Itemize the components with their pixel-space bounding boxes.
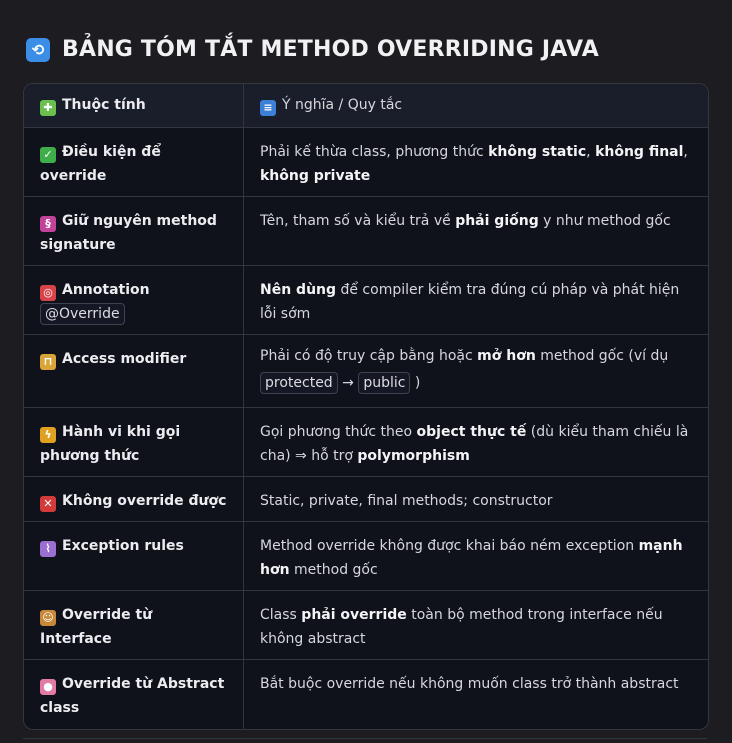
row-attribute: Không override được: [62, 493, 227, 509]
brain-icon: ●: [40, 679, 56, 695]
robot-icon: ☺: [40, 610, 56, 626]
table-row: ⊓ Access modifier Phải có độ truy cập bằn…: [24, 335, 708, 408]
row-description: Gọi phương thức theo object thực tế (dù …: [260, 424, 689, 464]
summary-table: ✚ Thuộc tính ≡ Ý nghĩa / Quy tắc ✓ Điều kiệ…: [23, 83, 709, 730]
divider: [23, 738, 707, 739]
table-header-row: ✚ Thuộc tính ≡ Ý nghĩa / Quy tắc: [24, 84, 708, 128]
inline-code: protected: [260, 372, 338, 394]
table-row: ⌇ Exception rules Method override không đ…: [24, 522, 708, 591]
table-row: ϟ Hành vi khi gọi phương thức Gọi phương …: [24, 408, 708, 477]
row-description: Tên, tham số và kiểu trả về phải giống y…: [260, 213, 671, 229]
row-attribute: Exception rules: [62, 538, 184, 554]
inline-code: public: [358, 372, 411, 394]
row-attribute: Access modifier: [62, 351, 187, 367]
row-description: Nên dùng để compiler kiểm tra đúng cú ph…: [260, 282, 680, 322]
row-description: Phải kế thừa class, phương thức không st…: [260, 144, 688, 184]
row-attribute: Điều kiện để override: [40, 144, 161, 184]
target-icon: ◎: [40, 285, 56, 301]
table-row: ☺ Override từ Interface Class phải overri…: [24, 591, 708, 660]
row-description: Phải có độ truy cập bằng hoặc mở hơn met…: [260, 335, 692, 397]
page-heading: ⟲ BẢNG TÓM TẮT METHOD OVERRIDING JAVA: [26, 37, 599, 62]
table-row: § Giữ nguyên method signature Tên, tham s…: [24, 197, 708, 266]
row-description: Method override không được khai báo ném …: [260, 538, 683, 578]
refresh-icon: ⟲: [26, 37, 50, 62]
inline-code: @Override: [40, 303, 125, 325]
table-row: ✕ Không override được Static, private, fi…: [24, 477, 708, 522]
unlock-icon: ⊓: [40, 354, 56, 370]
table-row: ✓ Điều kiện để override Phải kế thừa clas…: [24, 128, 708, 197]
row-attribute: Hành vi khi gọi phương thức: [40, 424, 181, 464]
test-tube-icon: ⌇: [40, 541, 56, 557]
dna-icon: §: [40, 216, 56, 232]
puzzle-icon: ✚: [40, 100, 56, 116]
row-description: Bắt buộc override nếu không muốn class t…: [260, 676, 679, 692]
books-icon: ≡: [260, 100, 276, 116]
check-icon: ✓: [40, 147, 56, 163]
row-attribute: Giữ nguyên method signature: [40, 213, 217, 253]
header-cell-attribute: ✚ Thuộc tính: [40, 84, 227, 117]
row-description: Class phải override toàn bộ method trong…: [260, 607, 663, 647]
header-cell-meaning: ≡ Ý nghĩa / Quy tắc: [260, 84, 692, 117]
row-attribute: Override từ Abstract class: [40, 676, 225, 716]
lightning-icon: ϟ: [40, 427, 56, 443]
table-row: ◎ Annotation @Override Nên dùng để compil…: [24, 266, 708, 335]
row-attribute: Override từ Interface: [40, 607, 153, 647]
cross-icon: ✕: [40, 496, 56, 512]
page-title: BẢNG TÓM TẮT METHOD OVERRIDING JAVA: [62, 37, 599, 62]
row-attribute: Annotation: [62, 282, 150, 298]
row-description: Static, private, final methods; construc…: [260, 493, 553, 509]
table-row: ● Override từ Abstract class Bắt buộc ove…: [24, 660, 708, 729]
